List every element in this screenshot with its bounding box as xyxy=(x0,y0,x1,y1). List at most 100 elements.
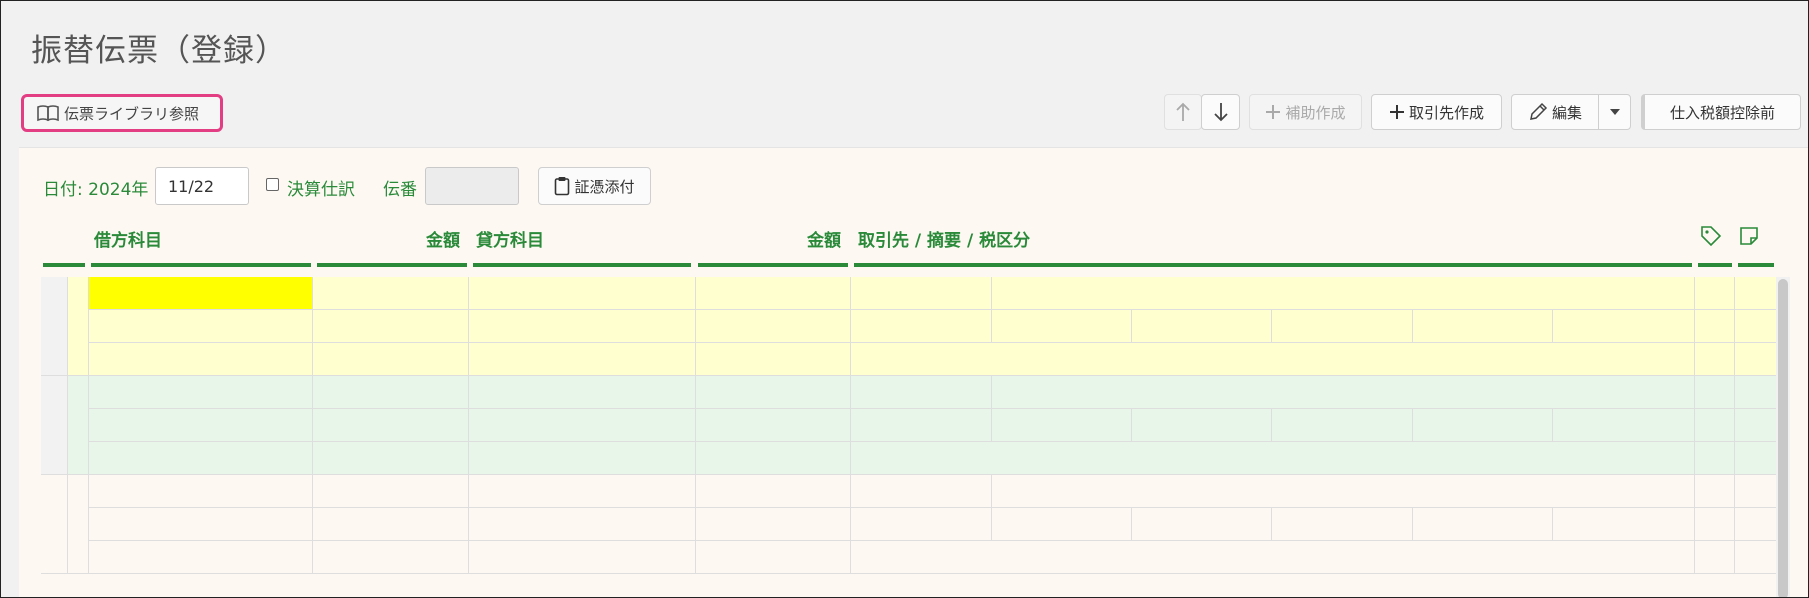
credit-account-cell[interactable] xyxy=(469,442,696,475)
tax-detail-cell[interactable] xyxy=(851,508,992,541)
debit-account-cell[interactable] xyxy=(89,310,313,343)
tag-icon[interactable] xyxy=(1700,225,1722,247)
edit-button[interactable]: 編集 xyxy=(1511,94,1599,130)
note-cell[interactable] xyxy=(1735,508,1777,541)
move-up-button[interactable] xyxy=(1164,94,1202,130)
debit-account-cell-active[interactable] xyxy=(89,277,313,310)
credit-amount-cell[interactable] xyxy=(696,508,851,541)
credit-account-cell[interactable] xyxy=(469,409,696,442)
note-cell[interactable] xyxy=(1735,277,1777,310)
tax-deduction-button[interactable]: 仕入税額控除前 xyxy=(1641,94,1801,130)
row-handle[interactable] xyxy=(41,475,68,574)
tax-detail-cell[interactable] xyxy=(1553,508,1695,541)
credit-account-cell[interactable] xyxy=(469,343,696,376)
aux-create-button[interactable]: 補助作成 xyxy=(1249,94,1362,130)
credit-account-cell[interactable] xyxy=(469,541,696,574)
credit-account-cell[interactable] xyxy=(469,508,696,541)
credit-amount-cell[interactable] xyxy=(696,343,851,376)
tax-detail-cell[interactable] xyxy=(992,310,1132,343)
debit-account-cell[interactable] xyxy=(89,343,313,376)
debit-amount-cell[interactable] xyxy=(313,343,469,376)
memo-detail-cell[interactable] xyxy=(851,442,1695,475)
edit-dropdown-button[interactable] xyxy=(1598,94,1631,130)
tax-detail-cell[interactable] xyxy=(851,310,992,343)
credit-amount-cell[interactable] xyxy=(696,277,851,310)
debit-amount-cell[interactable] xyxy=(313,442,469,475)
tag-cell[interactable] xyxy=(1695,409,1735,442)
credit-amount-cell[interactable] xyxy=(696,475,851,508)
sticky-note-icon[interactable] xyxy=(1738,225,1760,247)
tag-cell[interactable] xyxy=(1695,442,1735,475)
credit-amount-cell[interactable] xyxy=(696,442,851,475)
tag-cell[interactable] xyxy=(1695,343,1735,376)
tax-detail-cell[interactable] xyxy=(1553,310,1695,343)
partner-cell[interactable] xyxy=(851,475,992,508)
debit-account-cell[interactable] xyxy=(89,508,313,541)
move-down-button[interactable] xyxy=(1201,94,1240,130)
tag-cell[interactable] xyxy=(1695,310,1735,343)
tax-detail-cell[interactable] xyxy=(1553,409,1695,442)
note-cell[interactable] xyxy=(1735,541,1777,574)
tax-detail-cell[interactable] xyxy=(851,409,992,442)
debit-account-cell[interactable] xyxy=(89,475,313,508)
row-marker[interactable] xyxy=(68,277,89,376)
voucher-library-button[interactable]: 伝票ライブラリ参照 xyxy=(21,94,223,132)
credit-account-cell[interactable] xyxy=(469,475,696,508)
memo-cell[interactable] xyxy=(992,475,1695,508)
tax-detail-cell[interactable] xyxy=(1132,409,1272,442)
debit-amount-cell[interactable] xyxy=(313,277,469,310)
debit-amount-cell[interactable] xyxy=(313,409,469,442)
note-cell[interactable] xyxy=(1735,310,1777,343)
debit-account-cell[interactable] xyxy=(89,409,313,442)
debit-amount-cell[interactable] xyxy=(313,541,469,574)
row-handle[interactable] xyxy=(41,277,68,376)
tag-cell[interactable] xyxy=(1695,475,1735,508)
credit-account-cell[interactable] xyxy=(469,376,696,409)
row-marker[interactable] xyxy=(68,475,89,574)
tax-detail-cell[interactable] xyxy=(1272,508,1413,541)
tax-detail-cell[interactable] xyxy=(1272,409,1413,442)
note-cell[interactable] xyxy=(1735,409,1777,442)
debit-amount-cell[interactable] xyxy=(313,508,469,541)
note-cell[interactable] xyxy=(1735,442,1777,475)
credit-account-cell[interactable] xyxy=(469,310,696,343)
partner-cell[interactable] xyxy=(851,277,992,310)
attach-evidence-button[interactable]: 証憑添付 xyxy=(538,167,651,205)
debit-amount-cell[interactable] xyxy=(313,475,469,508)
memo-cell[interactable] xyxy=(992,277,1695,310)
tax-detail-cell[interactable] xyxy=(992,409,1132,442)
tax-detail-cell[interactable] xyxy=(992,508,1132,541)
row-marker[interactable] xyxy=(68,376,89,475)
debit-amount-cell[interactable] xyxy=(313,376,469,409)
tax-detail-cell[interactable] xyxy=(1132,310,1272,343)
tax-detail-cell[interactable] xyxy=(1413,310,1553,343)
tax-detail-cell[interactable] xyxy=(1272,310,1413,343)
scrollbar-thumb[interactable] xyxy=(1778,279,1788,597)
partner-create-button[interactable]: 取引先作成 xyxy=(1371,94,1502,130)
tag-cell[interactable] xyxy=(1695,376,1735,409)
memo-detail-cell[interactable] xyxy=(851,343,1695,376)
credit-amount-cell[interactable] xyxy=(696,376,851,409)
credit-amount-cell[interactable] xyxy=(696,409,851,442)
credit-amount-cell[interactable] xyxy=(696,310,851,343)
tag-cell[interactable] xyxy=(1695,541,1735,574)
credit-account-cell[interactable] xyxy=(469,277,696,310)
tag-cell[interactable] xyxy=(1695,277,1735,310)
debit-account-cell[interactable] xyxy=(89,442,313,475)
partner-cell[interactable] xyxy=(851,376,992,409)
closing-entry-checkbox[interactable] xyxy=(266,178,279,191)
voucher-number-input[interactable] xyxy=(425,167,519,205)
note-cell[interactable] xyxy=(1735,376,1777,409)
tax-detail-cell[interactable] xyxy=(1132,508,1272,541)
memo-detail-cell[interactable] xyxy=(851,541,1695,574)
credit-amount-cell[interactable] xyxy=(696,541,851,574)
note-cell[interactable] xyxy=(1735,343,1777,376)
debit-account-cell[interactable] xyxy=(89,376,313,409)
tag-cell[interactable] xyxy=(1695,508,1735,541)
note-cell[interactable] xyxy=(1735,475,1777,508)
tax-detail-cell[interactable] xyxy=(1413,508,1553,541)
date-input[interactable]: 11/22 xyxy=(155,167,249,205)
row-handle[interactable] xyxy=(41,376,68,475)
memo-cell[interactable] xyxy=(992,376,1695,409)
debit-amount-cell[interactable] xyxy=(313,310,469,343)
